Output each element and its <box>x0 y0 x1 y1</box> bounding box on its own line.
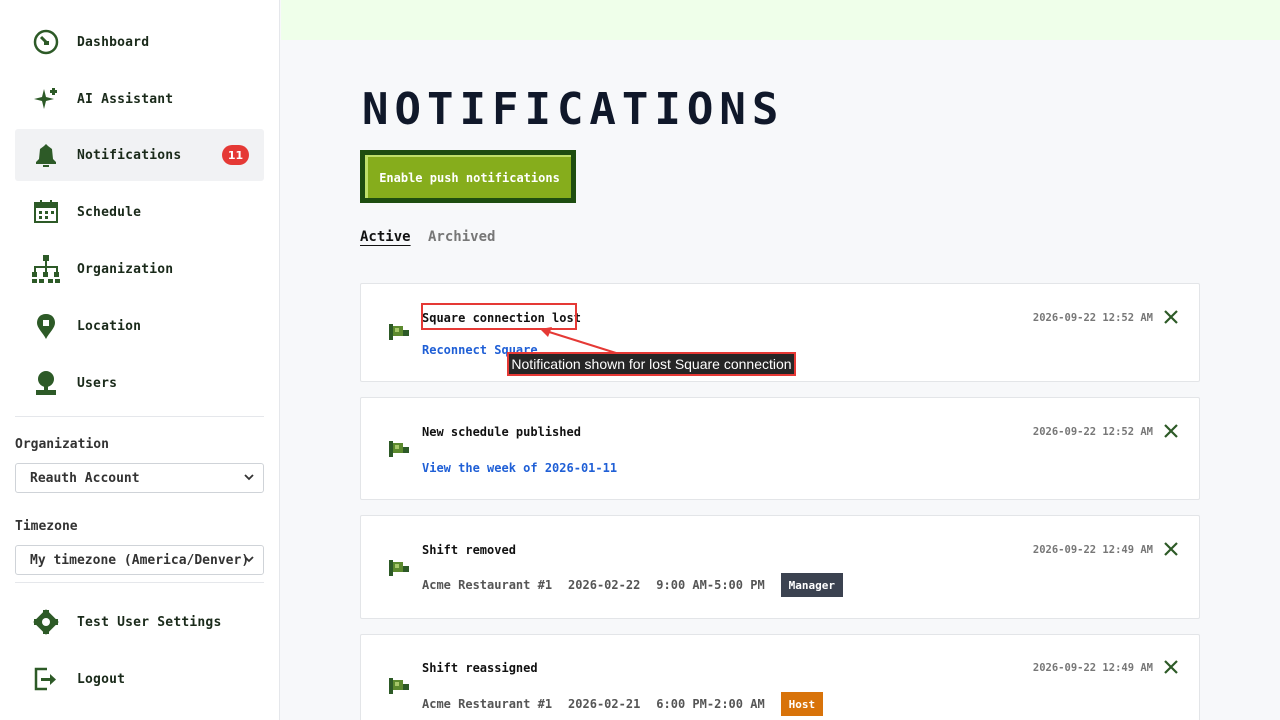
gear-icon <box>31 607 61 637</box>
notification-card: Shift removed Acme Restaurant #1 2026-02… <box>360 515 1200 619</box>
sidebar-item-notifications[interactable]: Notifications 11 <box>15 129 264 181</box>
sidebar-divider <box>15 582 264 583</box>
notification-timestamp: 2026-09-22 12:52 AM <box>1032 312 1153 324</box>
sidebar-item-label: Notifications <box>77 147 182 163</box>
page-title: NOTIFICATIONS <box>362 84 785 135</box>
sidebar-item-label: Organization <box>77 261 174 277</box>
notification-card: New schedule published View the week of … <box>360 397 1200 500</box>
sidebar-item-schedule[interactable]: Schedule <box>15 186 264 238</box>
shift-details: Acme Restaurant #1 2026-02-21 6:00 PM-2:… <box>422 692 824 716</box>
top-banner <box>281 0 1280 40</box>
sidebar-item-label: Logout <box>77 671 126 687</box>
notification-title: Shift removed <box>422 543 516 557</box>
sidebar-item-location[interactable]: Location <box>15 300 264 352</box>
tab-archived[interactable]: Archived <box>428 229 495 245</box>
shift-location: Acme Restaurant #1 <box>422 578 553 592</box>
enable-push-notifications-label: Enable push notifications <box>365 155 571 198</box>
timezone-select[interactable]: My timezone (America/Denver) <box>15 545 264 575</box>
sidebar-item-label: Users <box>77 375 118 391</box>
calendar-icon <box>31 197 61 227</box>
organization-select-value: Reauth Account <box>30 470 140 486</box>
sidebar-item-label: AI Assistant <box>77 91 174 107</box>
shift-date: 2026-02-22 <box>568 578 641 592</box>
sidebar-divider <box>15 416 264 417</box>
shift-hours: 6:00 PM-2:00 AM <box>656 697 765 711</box>
org-chart-icon <box>31 254 61 284</box>
sidebar-item-label: Schedule <box>77 204 142 220</box>
tab-active[interactable]: Active <box>360 229 411 245</box>
shift-date: 2026-02-21 <box>568 697 641 711</box>
shift-details: Acme Restaurant #1 2026-02-22 9:00 AM-5:… <box>422 573 844 597</box>
shift-hours: 9:00 AM-5:00 PM <box>656 578 765 592</box>
enable-push-notifications-button[interactable]: Enable push notifications <box>360 150 576 203</box>
sidebar-item-settings[interactable]: Test User Settings <box>15 596 264 648</box>
sidebar-item-dashboard[interactable]: Dashboard <box>15 16 264 68</box>
organization-select[interactable]: Reauth Account <box>15 463 264 493</box>
sidebar: Dashboard AI Assistant Notifications 11 … <box>0 0 280 720</box>
annotation-highlight-box <box>421 303 577 330</box>
close-icon[interactable] <box>1163 541 1179 557</box>
notification-timestamp: 2026-09-22 12:49 AM <box>1032 544 1153 556</box>
sidebar-item-ai-assistant[interactable]: AI Assistant <box>15 73 264 125</box>
close-icon[interactable] <box>1163 659 1179 675</box>
sidebar-item-users[interactable]: Users <box>15 357 264 409</box>
notification-title: New schedule published <box>422 425 581 439</box>
close-icon[interactable] <box>1163 423 1179 439</box>
sidebar-item-label: Location <box>77 318 142 334</box>
notification-card: Shift reassigned Acme Restaurant #1 2026… <box>360 634 1200 720</box>
shift-location: Acme Restaurant #1 <box>422 697 553 711</box>
notification-timestamp: 2026-09-22 12:52 AM <box>1032 426 1153 438</box>
chevron-down-icon <box>244 474 254 481</box>
notification-count-badge: 11 <box>222 145 249 165</box>
notification-timestamp: 2026-09-22 12:49 AM <box>1032 662 1153 674</box>
role-badge: Host <box>780 692 824 716</box>
sparkle-icon <box>31 84 61 114</box>
sidebar-item-organization[interactable]: Organization <box>15 243 264 295</box>
chevron-down-icon <box>244 556 254 563</box>
role-badge: Manager <box>780 573 844 597</box>
organization-label: Organization <box>15 437 109 452</box>
sidebar-item-label: Dashboard <box>77 34 150 50</box>
user-icon <box>31 368 61 398</box>
timezone-label: Timezone <box>15 519 78 534</box>
flag-icon <box>389 441 409 457</box>
annotation-label: Notification shown for lost Square conne… <box>507 352 796 376</box>
flag-icon <box>389 678 409 694</box>
flag-icon <box>389 560 409 576</box>
logout-icon <box>31 664 61 694</box>
dashboard-icon <box>31 27 61 57</box>
view-week-link[interactable]: View the week of 2026-01-11 <box>422 461 617 475</box>
location-pin-icon <box>31 311 61 341</box>
flag-icon <box>389 324 409 340</box>
timezone-select-value: My timezone (America/Denver) <box>30 552 250 568</box>
bell-icon <box>31 140 61 170</box>
close-icon[interactable] <box>1163 309 1179 325</box>
sidebar-item-label: Test User Settings <box>77 614 222 630</box>
sidebar-item-logout[interactable]: Logout <box>15 653 264 705</box>
notification-title: Shift reassigned <box>422 661 538 675</box>
